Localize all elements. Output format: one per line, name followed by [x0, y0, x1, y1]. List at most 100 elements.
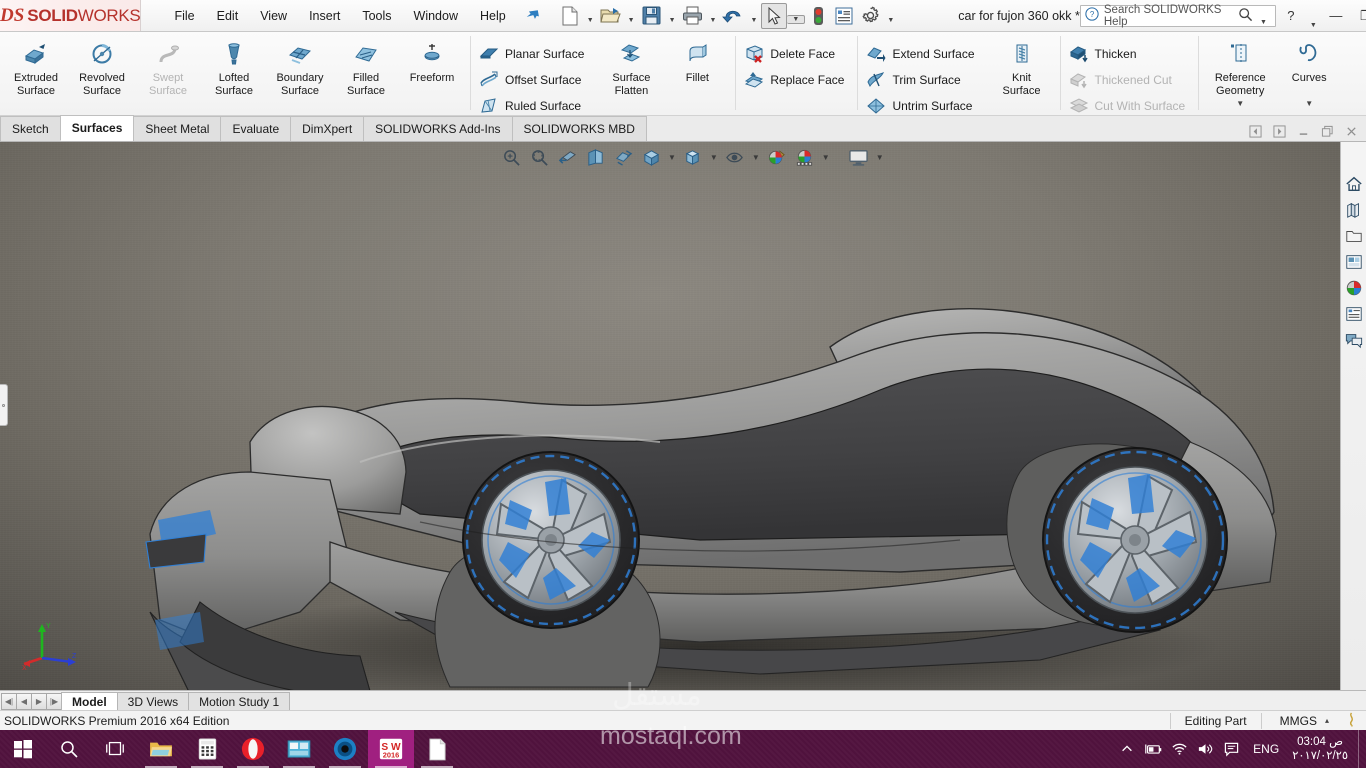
- tab-sketch[interactable]: Sketch: [0, 116, 61, 141]
- clock[interactable]: 03:04 ص ٢٠١٧/٠٢/٢٥: [1288, 730, 1358, 768]
- rear-wheel[interactable]: [1042, 447, 1228, 633]
- status-units[interactable]: MMGS: [1260, 712, 1325, 729]
- reference-geometry-dropdown[interactable]: ▼: [1236, 99, 1244, 108]
- revolved-surface-button[interactable]: Revolved Surface: [69, 36, 135, 97]
- extend-surface-button[interactable]: Extend Surface: [863, 41, 982, 67]
- open-document-dropdown[interactable]: ▼: [624, 17, 639, 24]
- appearance-sphere-icon[interactable]: [764, 145, 790, 169]
- replace-face-button[interactable]: Replace Face: [741, 67, 852, 93]
- save-document-dropdown[interactable]: ▼: [665, 17, 680, 24]
- nav-next-icon[interactable]: ▶: [31, 692, 47, 710]
- section-view-icon[interactable]: [582, 145, 608, 169]
- menu-tools[interactable]: Tools: [351, 5, 402, 27]
- save-document-button[interactable]: [639, 3, 665, 29]
- new-document-button[interactable]: [557, 3, 583, 29]
- monitor-icon[interactable]: [846, 145, 872, 169]
- zoom-to-area-icon[interactable]: [526, 145, 552, 169]
- display-style-box-icon[interactable]: [680, 145, 706, 169]
- trim-surface-button[interactable]: Trim Surface: [863, 67, 982, 93]
- calculator-task[interactable]: [184, 730, 230, 768]
- curves-dropdown[interactable]: ▼: [1305, 99, 1313, 108]
- close-icon[interactable]: [1340, 121, 1362, 141]
- print-document-dropdown[interactable]: ▼: [706, 17, 721, 24]
- planar-surface-button[interactable]: Planar Surface: [476, 41, 592, 67]
- help-button[interactable]: ?: [1276, 3, 1306, 29]
- view-orientation-cube-icon[interactable]: [638, 145, 664, 169]
- lofted-surface-button[interactable]: Lofted Surface: [201, 36, 267, 97]
- restore-icon[interactable]: [1316, 121, 1338, 141]
- action-center-icon[interactable]: [1218, 730, 1244, 768]
- thicken-button[interactable]: Thicken: [1066, 41, 1194, 67]
- solidworks-task[interactable]: S W 2016: [368, 730, 414, 768]
- menu-window[interactable]: Window: [403, 5, 469, 27]
- magnifier-icon[interactable]: [1238, 7, 1253, 25]
- right-box-icon[interactable]: [1268, 121, 1290, 141]
- task-view-button[interactable]: [92, 730, 138, 768]
- opera-task[interactable]: [230, 730, 276, 768]
- edge-task[interactable]: [322, 730, 368, 768]
- language-indicator[interactable]: ENG: [1244, 730, 1288, 768]
- view-settings-dropdown[interactable]: ▼: [874, 153, 886, 162]
- undo-dropdown[interactable]: ▼: [746, 17, 761, 24]
- tab-surfaces[interactable]: Surfaces: [59, 115, 135, 141]
- previous-view-icon[interactable]: [554, 145, 580, 169]
- car-model-3d[interactable]: [0, 142, 1366, 690]
- menu-insert[interactable]: Insert: [298, 5, 351, 27]
- tab-solidworks-add-ins[interactable]: SOLIDWORKS Add-Ins: [363, 116, 513, 141]
- help-search-dropdown[interactable]: ▼: [1256, 19, 1271, 26]
- nav-first-icon[interactable]: ◀|: [1, 692, 17, 710]
- file-explorer-task[interactable]: [138, 730, 184, 768]
- forum-bubbles-icon[interactable]: [1342, 328, 1366, 352]
- new-document-dropdown[interactable]: ▼: [583, 17, 598, 24]
- tab-evaluate[interactable]: Evaluate: [220, 116, 292, 141]
- restore-button[interactable]: ❐: [1351, 3, 1366, 29]
- nav-last-icon[interactable]: |▶: [46, 692, 62, 710]
- filled-surface-button[interactable]: Filled Surface: [333, 36, 399, 97]
- options-gear-icon[interactable]: [857, 3, 883, 29]
- battery-icon[interactable]: [1140, 730, 1166, 768]
- wifi-icon[interactable]: [1166, 730, 1192, 768]
- display-style-dropdown[interactable]: ▼: [708, 153, 720, 162]
- offset-surface-button[interactable]: Offset Surface: [476, 67, 592, 93]
- color-sphere-icon[interactable]: [1342, 276, 1366, 300]
- options-dropdown[interactable]: ▼: [883, 17, 898, 24]
- front-wheel[interactable]: [462, 451, 640, 629]
- tab-dimxpert[interactable]: DimXpert: [290, 116, 365, 141]
- open-document-button[interactable]: [598, 3, 624, 29]
- undo-button[interactable]: [720, 3, 746, 29]
- left-box-icon[interactable]: [1244, 121, 1266, 141]
- scene-dropdown[interactable]: ▼: [820, 153, 832, 162]
- scene-sphere-icon[interactable]: [792, 145, 818, 169]
- reference-geometry-button[interactable]: Reference Geometry ▼: [1204, 36, 1276, 108]
- folder-icon[interactable]: [1342, 224, 1366, 248]
- graphics-viewport[interactable]: ▼ ▼ ▼ ▼ ▼ X Y Z: [0, 142, 1366, 690]
- menu-view[interactable]: View: [249, 5, 298, 27]
- knit-surface-button[interactable]: Knit Surface: [989, 36, 1055, 97]
- tab-solidworks-mbd[interactable]: SOLIDWORKS MBD: [511, 116, 647, 141]
- select-tool-button[interactable]: [761, 2, 788, 29]
- print-document-button[interactable]: [680, 3, 706, 29]
- volume-icon[interactable]: [1192, 730, 1218, 768]
- delete-face-button[interactable]: Delete Face: [741, 41, 852, 67]
- minimize-button[interactable]: —: [1321, 3, 1351, 29]
- home-icon[interactable]: [1342, 172, 1366, 196]
- pushpin-icon[interactable]: [521, 5, 542, 27]
- bottom-tab-motion-study[interactable]: Motion Study 1: [188, 692, 291, 710]
- swept-surface-button[interactable]: Swept Surface: [135, 36, 201, 97]
- help-search-box[interactable]: ? Search SOLIDWORKS Help ▼: [1079, 4, 1276, 28]
- help-dropdown[interactable]: ▼: [1306, 22, 1321, 29]
- thickened-cut-button[interactable]: Thickened Cut: [1066, 67, 1194, 93]
- show-desktop-button[interactable]: [1358, 730, 1364, 768]
- document-task[interactable]: [414, 730, 460, 768]
- books-icon[interactable]: [1342, 198, 1366, 222]
- select-tool-dropdown[interactable]: ▼: [787, 14, 806, 24]
- feature-manager-collapsed-tab[interactable]: [0, 384, 8, 426]
- menu-help[interactable]: Help: [469, 5, 517, 27]
- view-palette-icon[interactable]: [1342, 250, 1366, 274]
- surface-flatten-button[interactable]: Surface Flatten: [598, 36, 664, 97]
- bottom-tab-3d-views[interactable]: 3D Views: [116, 692, 190, 710]
- hide-show-dropdown[interactable]: ▼: [750, 153, 762, 162]
- properties-list-icon[interactable]: [1342, 302, 1366, 326]
- start-button[interactable]: [0, 730, 46, 768]
- minimize-icon[interactable]: [1292, 121, 1314, 141]
